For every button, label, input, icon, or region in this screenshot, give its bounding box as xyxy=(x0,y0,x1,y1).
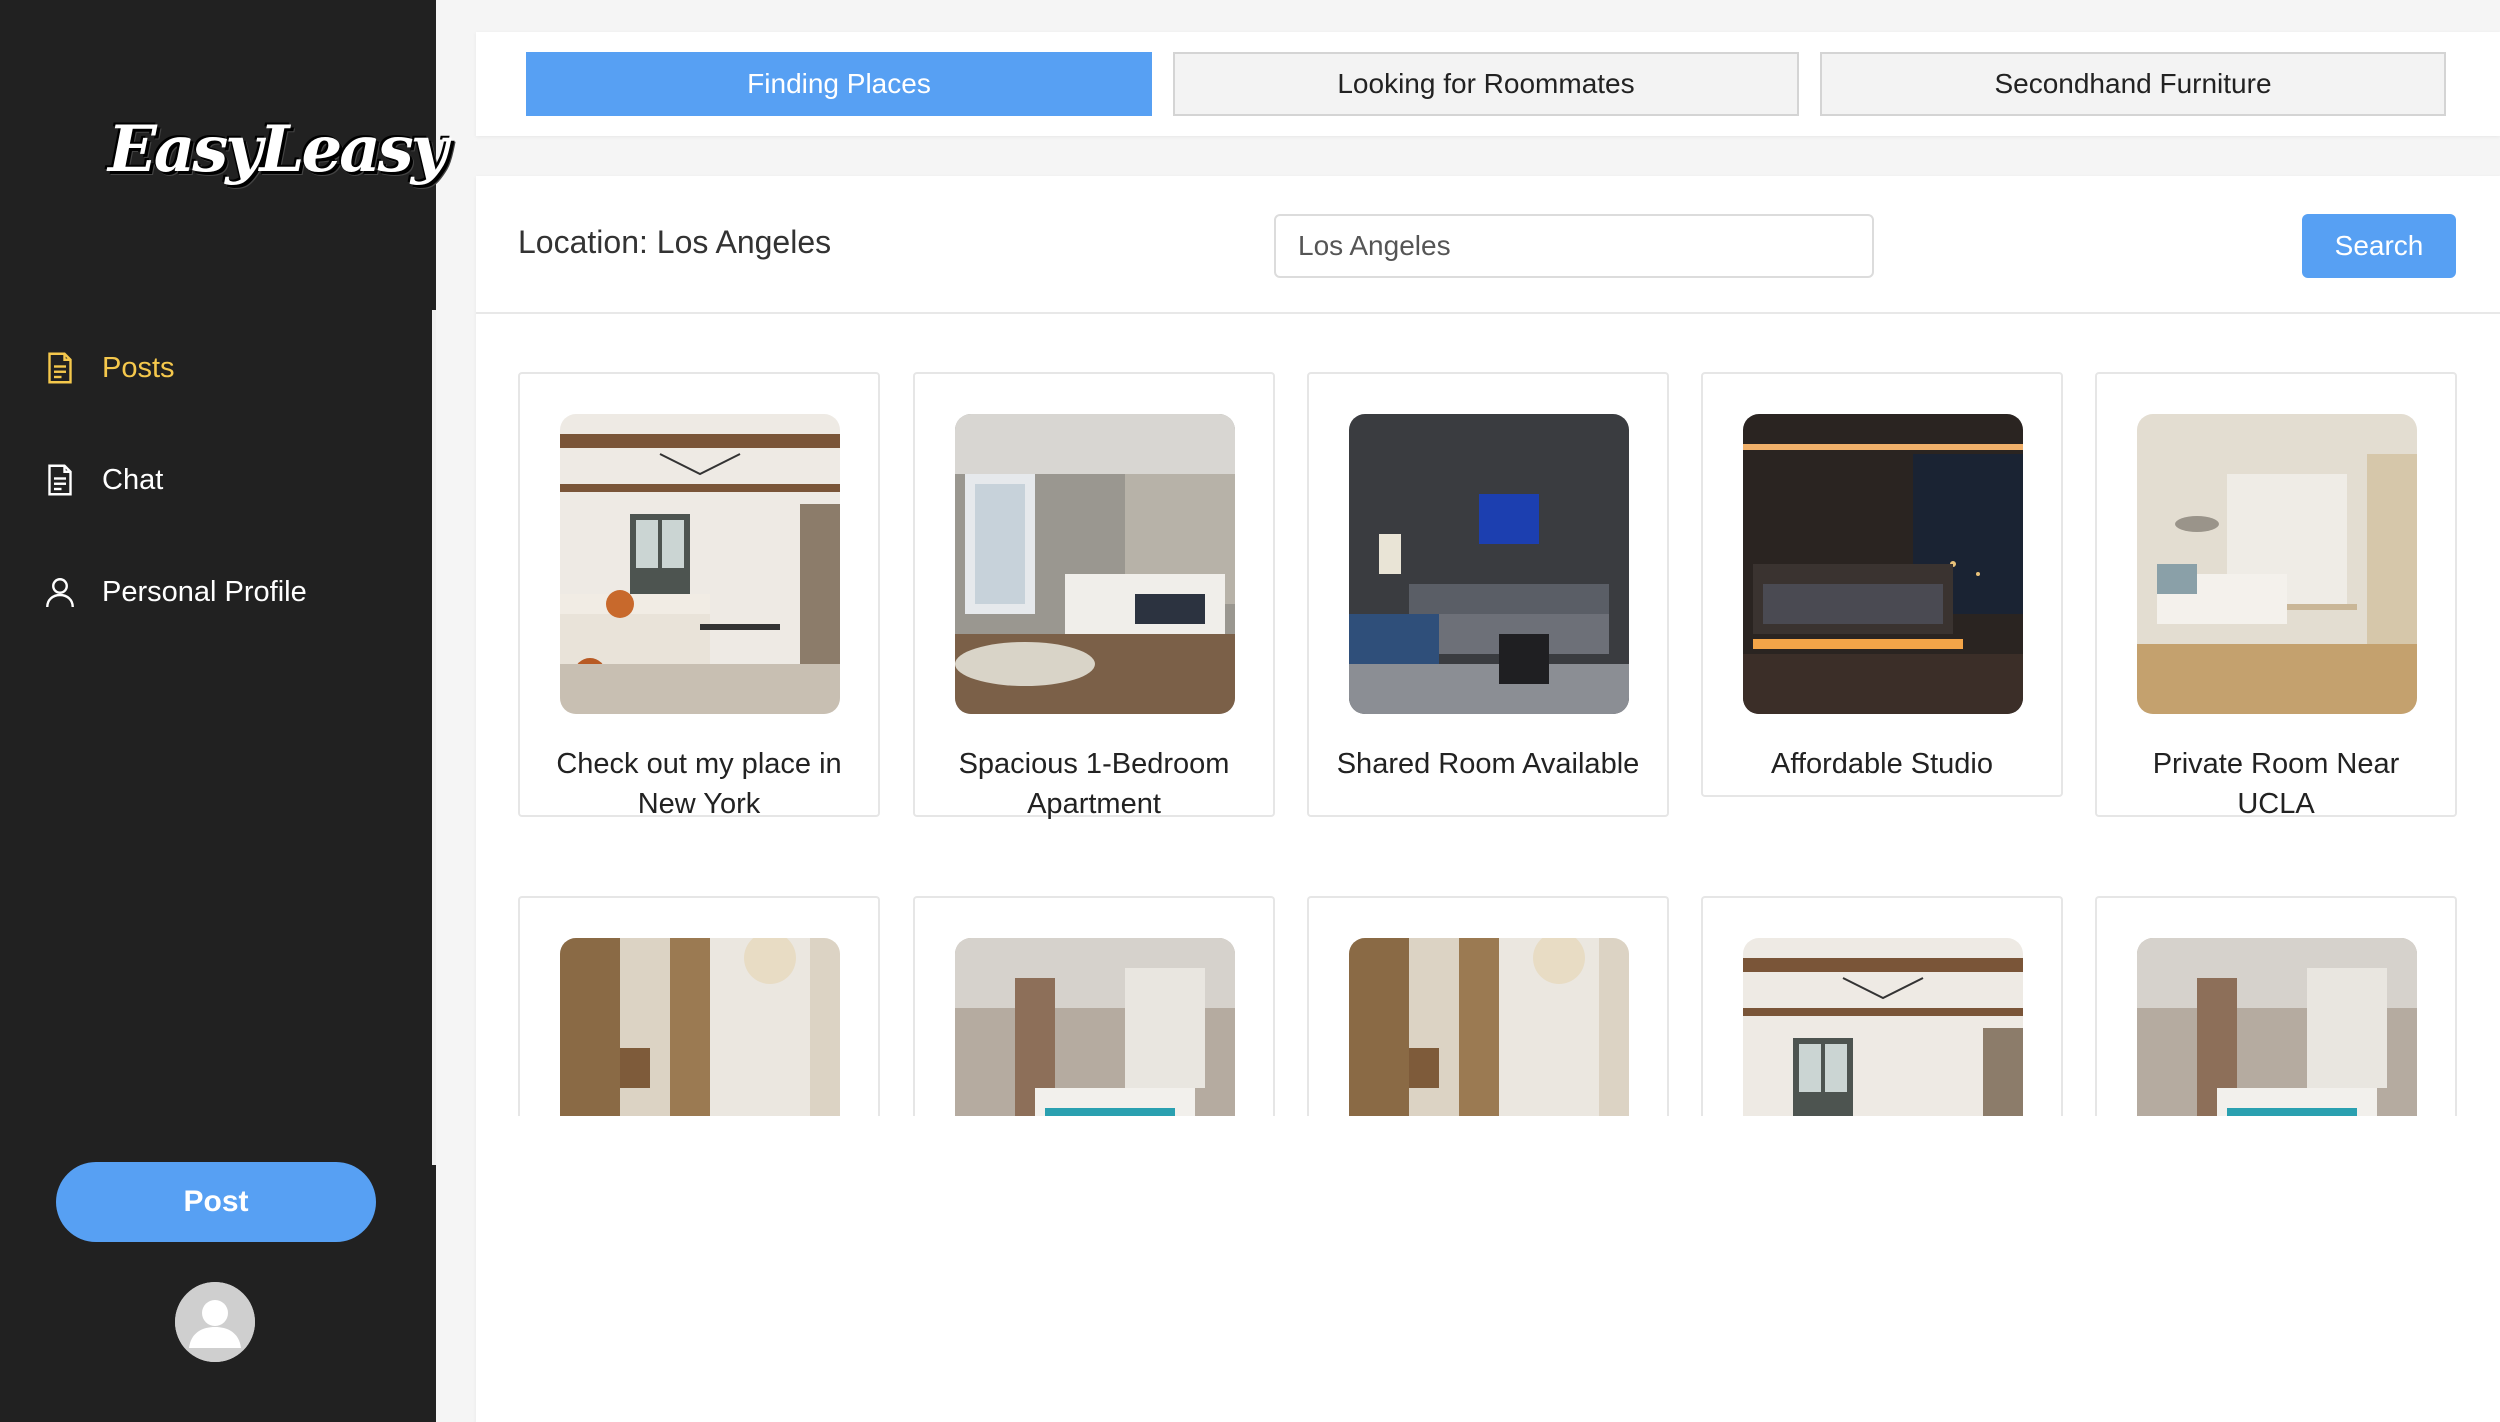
sidebar-item-chat[interactable]: Chat xyxy=(42,450,163,510)
post-button[interactable]: Post xyxy=(56,1162,376,1242)
tab-secondhand-furniture[interactable]: Secondhand Furniture xyxy=(1820,52,2446,116)
sidebar-item-label: Posts xyxy=(102,351,175,384)
listing-title: Shared Room Available xyxy=(1336,748,1640,780)
listing-card[interactable]: Affordable Studio xyxy=(1701,372,2063,797)
app-logo[interactable]: EasyLeasy xyxy=(108,100,448,200)
category-tabs: Finding Places Looking for Roommates Sec… xyxy=(476,32,2500,136)
listing-title: Private Room Near UCLA xyxy=(2152,748,2400,820)
listings-panel: Location: Los Angeles Search xyxy=(476,176,2500,1422)
listing-photo xyxy=(955,414,1235,714)
sidebar-item-label: Chat xyxy=(102,463,164,496)
listing-card[interactable]: Shared Room Available xyxy=(1307,372,1669,817)
user-avatar-icon[interactable] xyxy=(175,1282,255,1362)
document-icon xyxy=(42,462,78,498)
user-icon xyxy=(42,574,78,610)
listing-title: Spacious 1-Bedroom Apartment xyxy=(958,748,1230,820)
sidebar-item-label: Personal Profile xyxy=(102,575,307,608)
location-search-input[interactable] xyxy=(1274,214,1874,278)
sidebar-divider xyxy=(432,310,436,1165)
location-label: Location: Los Angeles xyxy=(518,224,832,260)
listing-card[interactable]: Spacious 1-Bedroom Apartment xyxy=(913,372,1275,820)
search-button[interactable]: Search xyxy=(2302,214,2456,278)
listing-photo xyxy=(2137,414,2417,714)
sidebar: EasyLeasy Posts Chat Personal Profile Po… xyxy=(0,0,448,1422)
listing-photo xyxy=(1743,414,2023,714)
listing-card[interactable]: Check out my place in New York xyxy=(518,372,880,820)
listing-grid: Check out my place in New York Spacious … xyxy=(476,314,2500,1404)
tab-looking-for-roommates[interactable]: Looking for Roommates xyxy=(1173,52,1799,116)
scroll-cutoff xyxy=(476,1116,2500,1404)
document-icon xyxy=(42,350,78,386)
sidebar-item-personal-profile[interactable]: Personal Profile xyxy=(42,562,307,622)
listing-card[interactable]: Private Room Near UCLA xyxy=(2095,372,2457,820)
tab-finding-places[interactable]: Finding Places xyxy=(526,52,1152,116)
listing-photo xyxy=(560,414,840,714)
listing-title: Check out my place in New York xyxy=(556,748,842,820)
search-bar: Location: Los Angeles Search xyxy=(476,176,2500,314)
listing-title: Affordable Studio xyxy=(1771,748,1993,780)
sidebar-item-posts[interactable]: Posts xyxy=(42,338,175,398)
listing-photo xyxy=(1349,414,1629,714)
